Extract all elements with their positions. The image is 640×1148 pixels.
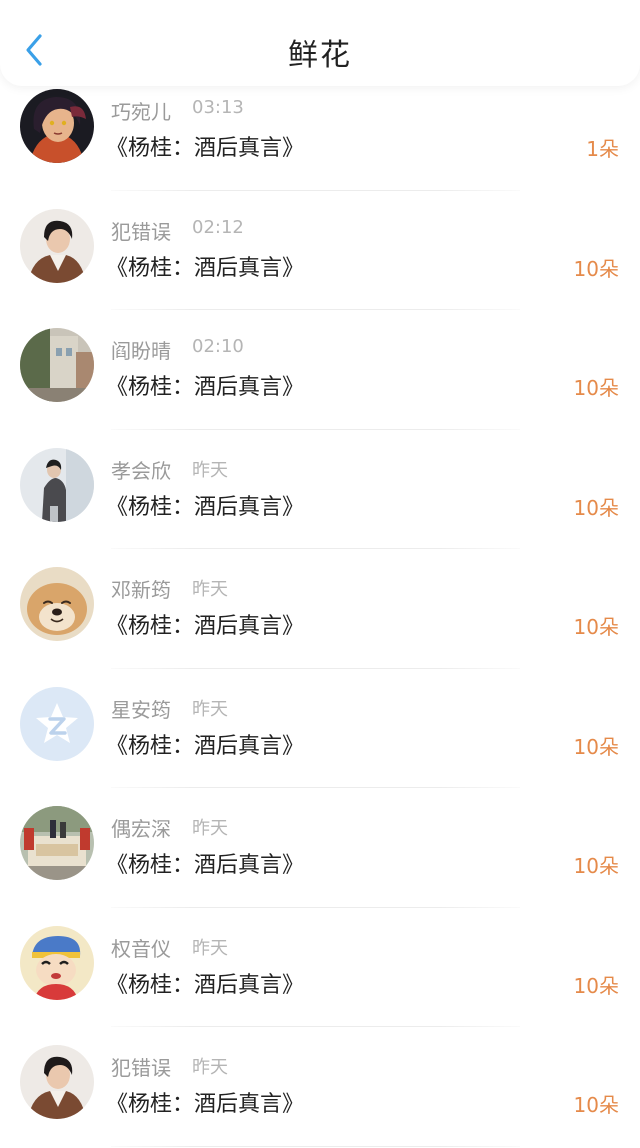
- list-item[interactable]: 权音仪 昨天 《杨桂：酒后真言》 10朵: [0, 908, 640, 1027]
- page-title: 鲜花: [288, 38, 352, 73]
- avatar-gate-photo-icon[interactable]: [20, 806, 94, 880]
- timestamp: 02:10: [192, 336, 244, 357]
- list-item[interactable]: 邓新筠 昨天 《杨桂：酒后真言》 10朵: [0, 549, 640, 669]
- flower-count: 10朵: [573, 973, 619, 998]
- list-item[interactable]: 星安筠 昨天 《杨桂：酒后真言》 10朵: [0, 669, 640, 788]
- flower-count: 10朵: [573, 854, 619, 878]
- avatar-default-z-icon[interactable]: [20, 686, 94, 761]
- timestamp: 昨天: [192, 1057, 228, 1078]
- sender-name: 星安筠: [111, 697, 171, 722]
- timestamp: 02:12: [192, 216, 244, 238]
- list-item[interactable]: 阎盼晴 02:10 《杨桂：酒后真言》 10朵: [0, 310, 640, 430]
- list-item[interactable]: 犯错误 02:12 《杨桂：酒后真言》 10朵: [0, 191, 640, 310]
- timestamp: 昨天: [192, 937, 228, 959]
- timestamp: 昨天: [192, 579, 228, 600]
- flower-count: 10朵: [573, 615, 619, 639]
- flower-count: 10朵: [573, 734, 619, 759]
- sender-name: 犯错误: [111, 219, 171, 244]
- list-item[interactable]: 偶宏深 昨天 《杨桂：酒后真言》 10朵: [0, 788, 640, 908]
- timestamp: 昨天: [192, 459, 228, 481]
- avatar-dog-icon[interactable]: [20, 567, 94, 641]
- avatar-man-brown-jacket-icon[interactable]: [20, 1045, 94, 1119]
- message-text: 《杨桂：酒后真言》: [106, 614, 305, 639]
- message-text: 《杨桂：酒后真言》: [106, 494, 305, 520]
- avatar-cartoon-boy-icon[interactable]: [20, 925, 94, 1000]
- sender-name: 邓新筠: [111, 578, 171, 602]
- list-item[interactable]: 巧宛儿 03:13 《杨桂：酒后真言》 1朵: [0, 71, 640, 191]
- sender-name: 犯错误: [111, 1056, 171, 1080]
- sender-name: 阎盼晴: [111, 339, 171, 363]
- timestamp: 昨天: [192, 818, 228, 839]
- avatar-street-photo-icon[interactable]: [20, 328, 94, 402]
- avatar-person-grey-icon[interactable]: [20, 447, 94, 522]
- flower-count: 10朵: [573, 1093, 619, 1117]
- flowers-page: 鲜花 巧宛儿 03:13 《杨桂：酒后真言》 1朵 犯错误 02:12 《杨桂：…: [0, 0, 640, 1148]
- list-item[interactable]: 犯错误 昨天 《杨桂：酒后真言》 10朵: [0, 1027, 640, 1147]
- divider: [111, 1145, 520, 1147]
- flower-count: 10朵: [573, 256, 619, 281]
- flower-count: 10朵: [573, 376, 619, 400]
- avatar-man-brown-jacket-icon[interactable]: [20, 208, 94, 283]
- timestamp: 昨天: [192, 698, 228, 720]
- flower-count: 10朵: [573, 495, 619, 520]
- message-text: 《杨桂：酒后真言》: [106, 972, 305, 998]
- flower-gift-list: 巧宛儿 03:13 《杨桂：酒后真言》 1朵 犯错误 02:12 《杨桂：酒后真…: [0, 71, 640, 1147]
- sender-name: 权音仪: [111, 936, 171, 961]
- message-text: 《杨桂：酒后真言》: [106, 375, 305, 400]
- sender-name: 偶宏深: [111, 817, 171, 841]
- flower-count: 1朵: [586, 137, 619, 161]
- message-text: 《杨桂：酒后真言》: [106, 136, 305, 161]
- message-text: 《杨桂：酒后真言》: [106, 1092, 305, 1117]
- message-text: 《杨桂：酒后真言》: [106, 733, 305, 759]
- message-text: 《杨桂：酒后真言》: [106, 853, 305, 878]
- top-nav-bar: 鲜花: [0, 0, 640, 86]
- sender-name: 巧宛儿: [111, 100, 171, 124]
- sender-name: 孝会欣: [111, 458, 171, 483]
- avatar-anime-girl-icon[interactable]: [20, 89, 94, 163]
- message-text: 《杨桂：酒后真言》: [106, 255, 305, 281]
- list-item[interactable]: 孝会欣 昨天 《杨桂：酒后真言》 10朵: [0, 430, 640, 549]
- timestamp: 03:13: [192, 97, 244, 118]
